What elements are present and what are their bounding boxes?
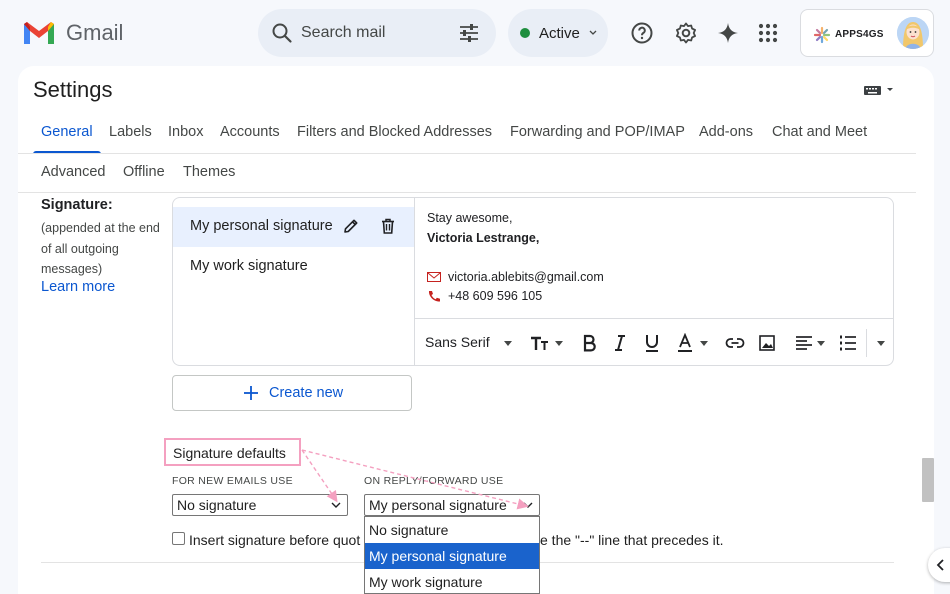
formatting-toolbar: Sans Serif <box>415 318 893 366</box>
status-button[interactable]: Active <box>508 9 608 57</box>
font-size-caret-icon[interactable] <box>555 341 563 346</box>
tab-divider <box>18 153 916 154</box>
insert-signature-label-end[interactable]: e the "--" line that precedes it. <box>540 532 723 548</box>
insert-link-icon[interactable] <box>725 333 745 353</box>
tab-themes[interactable]: Themes <box>183 164 235 180</box>
edit-pencil-icon[interactable] <box>342 217 360 235</box>
font-dropdown-caret-icon[interactable] <box>504 341 512 346</box>
tabs-bottom-divider <box>18 192 916 193</box>
tab-general[interactable]: General <box>41 124 93 140</box>
option-label: My work signature <box>369 574 483 590</box>
reply-forward-caption: ON REPLY/FORWARD USE <box>364 475 504 487</box>
font-size-icon[interactable] <box>530 333 552 353</box>
new-emails-select-value: No signature <box>177 497 257 513</box>
signature-item-label: My work signature <box>190 258 308 274</box>
toolbar-divider <box>866 329 867 357</box>
bold-icon[interactable] <box>581 333 597 353</box>
chevron-left-icon <box>936 559 944 571</box>
create-new-signature-button[interactable]: Create new <box>172 375 412 411</box>
signature-defaults-title: Signature defaults <box>173 445 286 461</box>
account-brand: APPS4GS <box>835 29 884 40</box>
reply-select-value: My personal signature <box>369 497 507 513</box>
tab-offline[interactable]: Offline <box>123 164 165 180</box>
tab-accounts[interactable]: Accounts <box>220 124 280 140</box>
phone-icon <box>428 291 440 302</box>
avatar-portrait-icon <box>897 17 929 49</box>
insert-signature-label[interactable]: Insert signature before quot <box>189 532 360 548</box>
tab-filters[interactable]: Filters and Blocked Addresses <box>297 124 492 140</box>
option-label: No signature <box>369 522 449 538</box>
dropdown-option-work[interactable]: My work signature <box>365 569 539 594</box>
reply-signature-dropdown-list[interactable]: No signature My personal signature My wo… <box>364 516 540 594</box>
signature-name-line[interactable]: Victoria Lestrange, <box>427 231 539 245</box>
apps-grid-icon[interactable] <box>756 21 780 45</box>
settings-gear-icon[interactable] <box>674 21 698 45</box>
chevron-down-icon <box>523 502 533 508</box>
create-new-label: Create new <box>269 385 344 401</box>
numbered-list-icon[interactable] <box>839 333 857 353</box>
chevron-down-icon <box>589 30 597 35</box>
signature-phone[interactable]: +48 609 596 105 <box>448 289 542 303</box>
text-color-icon[interactable] <box>677 333 693 353</box>
option-label: My personal signature <box>369 548 507 564</box>
signature-note: (appended at the end of all outgoing mes… <box>41 221 160 276</box>
email-envelope-icon <box>427 272 441 282</box>
search-input[interactable]: Search mail <box>301 24 385 42</box>
align-icon[interactable] <box>795 333 813 353</box>
search-bar[interactable]: Search mail <box>258 9 496 57</box>
signature-email[interactable]: victoria.ablebits@gmail.com <box>448 270 604 284</box>
dropdown-option-personal[interactable]: My personal signature <box>365 543 539 569</box>
tab-chat-meet[interactable]: Chat and Meet <box>772 124 867 140</box>
scrollbar-thumb[interactable] <box>922 458 934 502</box>
text-color-caret-icon[interactable] <box>700 341 708 346</box>
insert-image-icon[interactable] <box>758 333 776 353</box>
gmail-logo-icon[interactable] <box>22 20 56 46</box>
tab-inbox[interactable]: Inbox <box>168 124 203 140</box>
app-name[interactable]: Gmail <box>66 20 123 46</box>
tab-labels[interactable]: Labels <box>109 124 152 140</box>
chevron-down-icon <box>331 502 341 508</box>
signature-editor[interactable]: Stay awesome, Victoria Lestrange, victor… <box>414 197 894 366</box>
search-icon[interactable] <box>270 21 294 45</box>
top-bar: Gmail Search mail Active APPS4GS <box>0 0 950 66</box>
tab-addons[interactable]: Add-ons <box>699 124 753 140</box>
signature-item-label: My personal signature <box>190 218 333 234</box>
plus-icon <box>244 386 258 400</box>
apps4gs-logo-icon <box>813 26 831 44</box>
learn-more-link[interactable]: Learn more <box>41 279 115 295</box>
reply-forward-signature-select[interactable]: My personal signature <box>364 494 540 516</box>
signature-label: Signature: <box>41 197 113 213</box>
delete-trash-icon[interactable] <box>379 217 397 235</box>
italic-icon[interactable] <box>612 333 628 353</box>
avatar[interactable] <box>897 17 929 49</box>
gemini-sparkle-icon[interactable] <box>716 21 740 45</box>
signature-item-work[interactable]: My work signature <box>173 247 414 287</box>
signature-item-personal[interactable]: My personal signature <box>173 207 414 247</box>
status-dot <box>520 28 530 38</box>
more-formatting-caret-icon[interactable] <box>877 341 885 346</box>
font-family-select[interactable]: Sans Serif <box>425 334 490 350</box>
search-options-icon[interactable] <box>458 22 480 44</box>
signature-text-line[interactable]: Stay awesome, <box>427 211 512 225</box>
dropdown-option-no-signature[interactable]: No signature <box>365 517 539 543</box>
signature-list: My personal signature My work signature <box>172 197 414 366</box>
account-switcher[interactable]: APPS4GS <box>800 9 934 57</box>
new-emails-signature-select[interactable]: No signature <box>172 494 348 516</box>
help-icon[interactable] <box>630 21 654 45</box>
annotation-arrow-new <box>301 449 338 503</box>
status-label: Active <box>539 25 580 42</box>
insert-before-quoted-checkbox[interactable] <box>172 532 185 545</box>
tab-forwarding[interactable]: Forwarding and POP/IMAP <box>510 124 685 140</box>
tab-advanced[interactable]: Advanced <box>41 164 106 180</box>
input-tools-keyboard-icon[interactable] <box>864 83 894 97</box>
underline-icon[interactable] <box>644 333 660 353</box>
signature-defaults-heading: Signature defaults <box>164 438 301 466</box>
settings-panel: Settings General Labels Inbox Accounts F… <box>18 66 934 594</box>
page-title: Settings <box>33 77 113 102</box>
align-caret-icon[interactable] <box>817 341 825 346</box>
new-emails-caption: FOR NEW EMAILS USE <box>172 475 293 487</box>
